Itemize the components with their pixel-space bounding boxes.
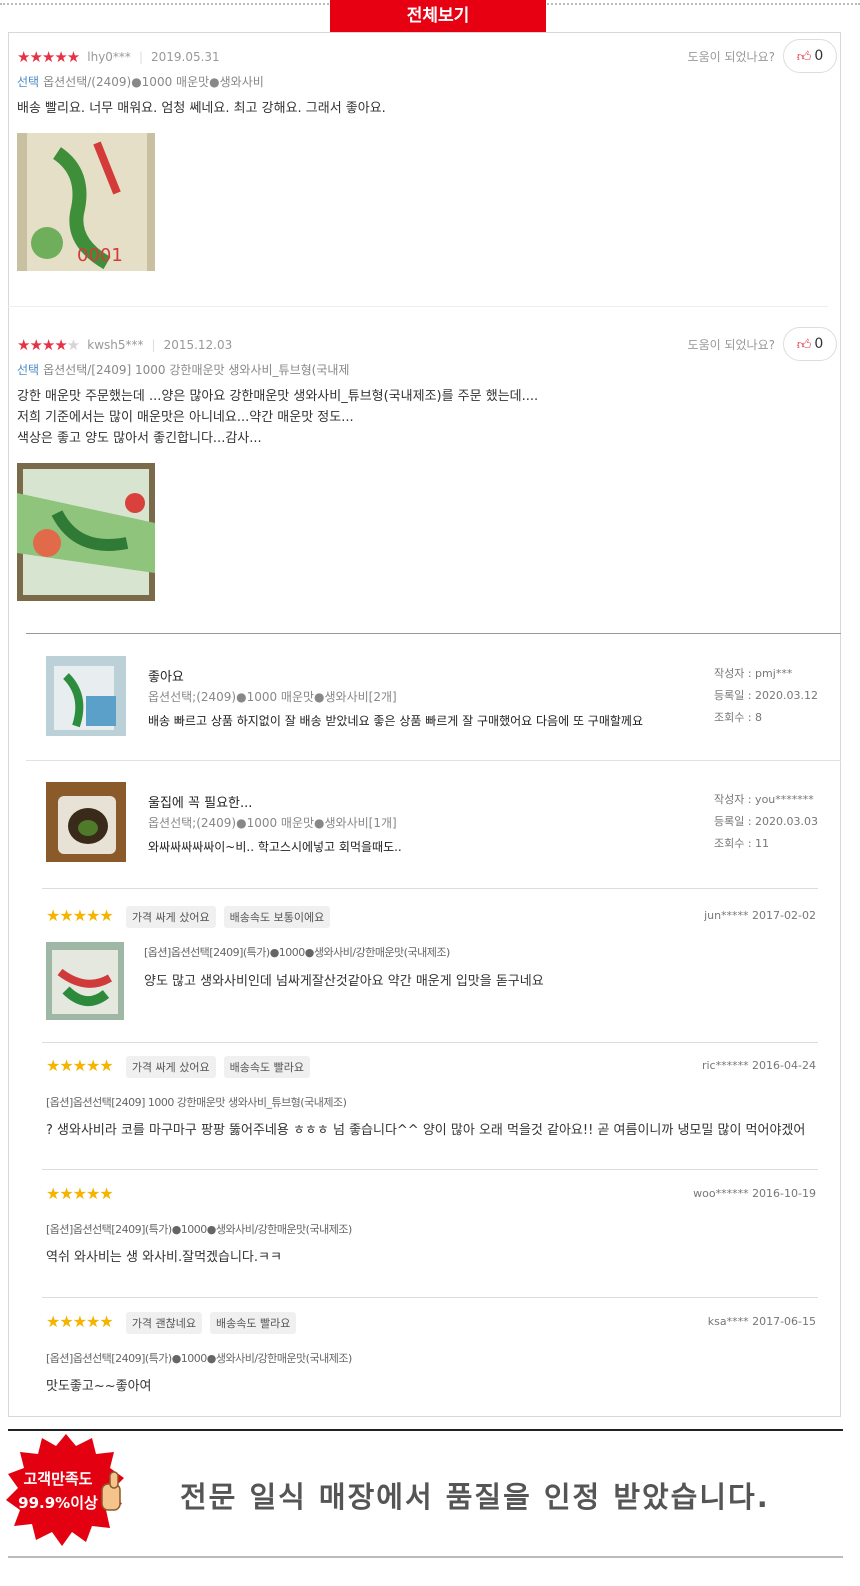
review-body: ? 생와사비라 코를 마구마구 팡팡 뚫어주네용 ㅎㅎㅎ 넘 좋습니다^^ 양이… [46,1123,806,1138]
review-option: [옵션]옵션선택[2409](특가)●1000●생와사비/강한매운맛(국내제조) [46,1352,352,1365]
review-user-date: ric****** 2016-04-24 [701,1059,816,1072]
review-option: [옵션]옵션선택[2409](특가)●1000●생와사비/강한매운맛(국내제조) [144,946,450,959]
review-item: ★★★★★ 가격 싸게 샀어요 배송속도 보통이에요 jun***** 2017… [46,906,840,1020]
review-thumbnail[interactable] [46,782,126,862]
review-user-date: woo****** 2016-10-19 [693,1187,816,1200]
thumbs-up-icon: 👍︎ [796,336,812,353]
review-user: lhy0*** [87,50,131,64]
review-divider [42,888,818,889]
review-item: ★★★★★ woo****** 2016-10-19 [옵션]옵션선택[2409… [46,1184,840,1265]
helpful-box: 도움이 되었나요? 👍︎ 0 [688,39,837,73]
review-item: ★★★★★ kwsh5*** | 2015.12.03 도움이 되었나요? 👍︎… [17,327,837,601]
helpful-label: 도움이 되었나요? [687,337,775,352]
review-body: 배송 빨리요. 너무 매워요. 엄청 쎄네요. 최고 강해요. 그래서 좋아요. [17,101,386,116]
badge-line2: 99.9%이상 [18,1494,98,1512]
review-user-date: jun***** 2017-02-02 [704,909,816,922]
banner-top-line [8,1429,843,1431]
board-review-meta: 작성자 : you******* 등록일 : 2020.03.03 조회수 : … [714,789,818,855]
review-body: 양도 많고 생와사비인데 넘싸게잘산것같아요 약간 매운게 입맛을 돋구네요 [144,974,544,989]
review-chips: 가격 싸게 샀어요 배송속도 보통이에요 [118,906,331,928]
star-rating: ★★★★★ [46,906,114,925]
review-body: 강한 매운맛 주문했는데 ...양은 많아요 강한매운맛 생와사비_튜브형(국내… [17,389,539,446]
date-line: 등록일 : 2020.03.12 [714,689,819,702]
review-option: [옵션]옵션선택[2409](특가)●1000●생와사비/강한매운맛(국내제조) [46,1223,352,1236]
review-thumbnail[interactable] [46,656,126,736]
views-line: 조회수 : 11 [714,837,770,850]
review-chip: 가격 괜찮네요 [125,1312,203,1334]
star-rating: ★★★★★ [17,336,80,354]
like-count: 0 [814,336,824,352]
review-body: 역쉬 와사비는 생 와사비.잘먹겠습니다.ㅋㅋ [46,1250,282,1265]
review-divider [8,306,828,307]
star-rating: ★★★★★ [46,1312,114,1331]
review-chip: 배송속도 빨라요 [210,1312,297,1334]
review-chips: 가격 괜찮네요 배송속도 빨라요 [118,1312,297,1334]
divider: | [151,338,156,352]
author-line: 작성자 : you******* [714,793,814,806]
badge-line1: 고객만족도 [23,1470,92,1488]
review-date: 2015.12.03 [163,338,233,352]
board-review-option: 옵션선택;(2409)●1000 매운맛●생와사비[1개] [148,816,397,830]
author-line: 작성자 : pmj*** [714,667,793,680]
banner-text: 전문 일식 매장에서 품질을 인정 받았습니다. [180,1480,770,1514]
view-all-button[interactable]: 전체보기 [330,0,546,32]
review-chip: 가격 싸게 샀어요 [125,906,216,928]
review-chip: 가격 싸게 샀어요 [125,1056,216,1078]
date-line: 등록일 : 2020.03.03 [714,815,819,828]
review-item: ★★★★★ lhy0*** | 2019.05.31 도움이 되었나요? 👍︎ 0… [17,39,837,271]
board-review-title[interactable]: 좋아요 [148,666,184,685]
board-review-title[interactable]: 울집에 꼭 필요한... [148,792,252,811]
review-user: kwsh5*** [87,338,144,352]
board-reviews: 좋아요 옵션선택;(2409)●1000 매운맛●생와사비[2개] 배송 빠르고… [26,633,841,886]
review-option: [옵션]옵션선택[2409] 1000 강한매운맛 생와사비_튜브형(국내제조) [46,1096,347,1109]
review-item: ★★★★★ 가격 싸게 샀어요 배송속도 빨라요 ric****** 2016-… [46,1056,840,1138]
like-button[interactable]: 👍︎ 0 [783,327,837,361]
review-chip: 배송속도 보통이에요 [223,906,331,928]
star-rating: ★★★★★ [46,1184,114,1203]
divider: | [138,50,143,64]
like-count: 0 [814,48,824,64]
banner-bottom-line [8,1556,843,1558]
board-review-body: 배송 빠르고 상품 하지없이 잘 배송 받았네요 좋은 상품 빠르게 잘 구매했… [148,714,644,728]
review-divider [42,1169,818,1170]
review-photo[interactable] [17,463,155,601]
review-user-date: ksa**** 2017-06-15 [707,1315,816,1328]
review-item: ★★★★★ 가격 괜찮네요 배송속도 빨라요 ksa**** 2017-06-1… [46,1312,840,1394]
review-chips: 가격 싸게 샀어요 배송속도 빨라요 [118,1056,310,1078]
svg-text:0001: 0001 [77,245,123,266]
board-review-option: 옵션선택;(2409)●1000 매운맛●생와사비[2개] [148,690,397,704]
helpful-box: 도움이 되었나요? 👍︎ 0 [688,327,837,361]
satisfaction-badge: 고객만족도 99.9%이상 [6,1432,126,1554]
like-button[interactable]: 👍︎ 0 [783,39,837,73]
board-review-item[interactable]: 좋아요 옵션선택;(2409)●1000 매운맛●생와사비[2개] 배송 빠르고… [26,634,841,760]
review-body: 맛도좋고~~좋아여 [46,1379,152,1394]
views-line: 조회수 : 8 [714,711,763,724]
review-chip: 배송속도 빨라요 [223,1056,310,1078]
review-divider [42,1042,818,1043]
star-rating: ★★★★★ [17,48,80,66]
review-date: 2019.05.31 [150,50,220,64]
board-review-body: 와싸싸싸싸싸이~비.. 학고스시에넣고 회먹을때도.. [148,840,402,854]
review-option: 선택 옵션선택/(2409)●1000 매운맛●생와사비 [17,75,264,89]
board-review-item[interactable]: 울집에 꼭 필요한... 옵션선택;(2409)●1000 매운맛●생와사비[1… [26,760,841,886]
helpful-label: 도움이 되었나요? [687,49,775,64]
review-divider [42,1297,818,1298]
thumbs-up-icon: 👍︎ [796,48,812,65]
star-rating: ★★★★★ [46,1056,114,1075]
review-photo[interactable] [46,942,124,1020]
review-photo[interactable]: 0001 [17,133,155,271]
review-option: 선택 옵션선택/[2409] 1000 강한매운맛 생와사비_튜브형(국내제 [17,363,350,377]
board-review-meta: 작성자 : pmj*** 등록일 : 2020.03.12 조회수 : 8 [714,663,818,729]
